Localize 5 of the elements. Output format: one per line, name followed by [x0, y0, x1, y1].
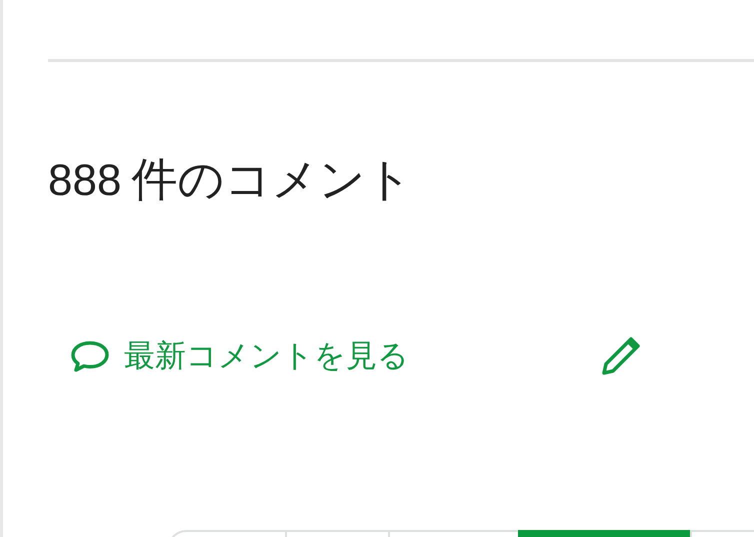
comments-heading: 件のコメント	[131, 152, 412, 207]
speech-bubble-icon	[70, 339, 110, 373]
latest-comments-link[interactable]: 最新コメントを見る	[70, 332, 409, 380]
comment-count: 888	[48, 155, 122, 207]
pencil-icon[interactable]	[601, 336, 641, 376]
